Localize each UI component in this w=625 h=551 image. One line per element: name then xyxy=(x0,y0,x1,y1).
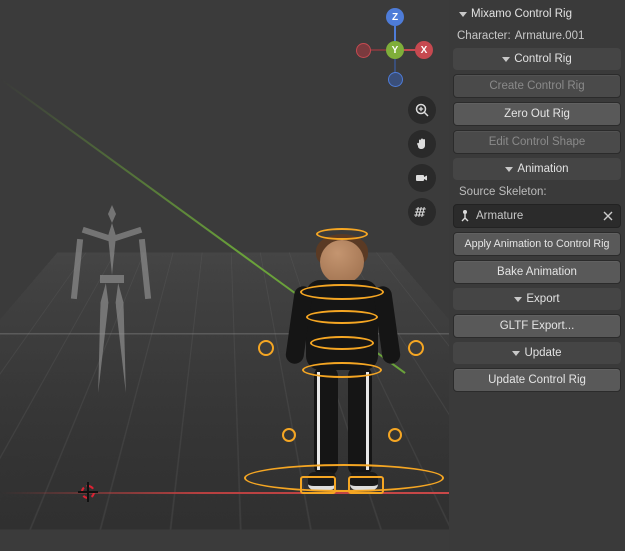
bone-arm-r xyxy=(139,239,151,299)
panel-title: Mixamo Control Rig xyxy=(471,8,572,20)
panel-header[interactable]: Mixamo Control Rig xyxy=(453,4,621,24)
bake-animation-button[interactable]: Bake Animation xyxy=(453,260,621,284)
bone-spine xyxy=(108,223,116,275)
ctrl-ring-hips[interactable] xyxy=(302,362,382,378)
pan-hand-icon xyxy=(414,136,430,152)
grid-ortho-icon xyxy=(414,204,430,220)
zoom-icon xyxy=(414,102,430,118)
ctrl-ring-chest[interactable] xyxy=(300,284,384,300)
chevron-down-icon xyxy=(505,167,513,172)
section-update[interactable]: Update xyxy=(453,342,621,364)
section-label: Update xyxy=(524,347,561,359)
section-export[interactable]: Export xyxy=(453,288,621,310)
character-label: Character: xyxy=(457,30,511,42)
ctrl-hand-r[interactable] xyxy=(408,340,424,356)
bone-hip xyxy=(100,275,124,283)
section-animation[interactable]: Animation xyxy=(453,158,621,180)
source-skeleton-value: Armature xyxy=(476,210,523,222)
pan-button[interactable] xyxy=(408,130,436,158)
source-skeleton-field[interactable]: Armature xyxy=(453,204,621,228)
zoom-button[interactable] xyxy=(408,96,436,124)
viewport-3d[interactable]: Z Y X xyxy=(0,0,449,551)
ctrl-root[interactable] xyxy=(244,464,444,492)
bone-leg-l xyxy=(94,283,110,393)
section-label: Control Rig xyxy=(514,53,572,65)
gizmo-line-neg-x xyxy=(371,49,387,51)
clear-source-button[interactable] xyxy=(600,208,616,224)
gizmo-axis-neg-z[interactable] xyxy=(388,72,403,87)
mixamo-panel: Mixamo Control Rig Character: Armature.0… xyxy=(449,0,625,551)
gizmo-axis-x[interactable]: X xyxy=(415,41,433,59)
zero-out-rig-button[interactable]: Zero Out Rig xyxy=(453,102,621,126)
create-control-rig-button[interactable]: Create Control Rig xyxy=(453,74,621,98)
chevron-down-icon xyxy=(514,297,522,302)
gizmo-axis-neg-x[interactable] xyxy=(356,43,371,58)
character-head xyxy=(320,240,364,284)
bone-clavicle-l xyxy=(82,227,110,241)
pant-stripe-l xyxy=(317,372,320,470)
gizmo-axis-y[interactable]: Y xyxy=(386,41,404,59)
cursor-3d xyxy=(78,482,98,502)
ctrl-ring-spine1[interactable] xyxy=(306,310,378,324)
bone-head xyxy=(108,205,116,223)
gltf-export-button[interactable]: GLTF Export... xyxy=(453,314,621,338)
close-icon xyxy=(603,211,613,221)
source-skeleton-object[interactable] xyxy=(72,205,152,505)
gizmo-line-neg-z xyxy=(394,58,396,73)
camera-icon xyxy=(414,170,430,186)
source-skeleton-label: Source Skeleton: xyxy=(453,184,621,200)
update-control-rig-button[interactable]: Update Control Rig xyxy=(453,368,621,392)
edit-control-shape-button[interactable]: Edit Control Shape xyxy=(453,130,621,154)
character-object[interactable] xyxy=(288,240,398,508)
ctrl-knee-r[interactable] xyxy=(388,428,402,442)
ctrl-ring-spine2[interactable] xyxy=(310,336,374,350)
character-value: Armature.001 xyxy=(515,30,585,42)
ctrl-knee-l[interactable] xyxy=(282,428,296,442)
section-control-rig[interactable]: Control Rig xyxy=(453,48,621,70)
ctrl-hand-l[interactable] xyxy=(258,340,274,356)
section-label: Animation xyxy=(517,163,568,175)
navigation-gizmo[interactable]: Z Y X xyxy=(353,8,437,92)
section-label: Export xyxy=(526,293,559,305)
chevron-down-icon xyxy=(459,12,467,17)
chevron-down-icon xyxy=(512,351,520,356)
gizmo-line-z xyxy=(394,26,396,42)
pant-stripe-r xyxy=(366,372,369,470)
ortho-toggle-button[interactable] xyxy=(408,198,436,226)
viewport-tool-column xyxy=(408,96,436,226)
armature-icon xyxy=(458,209,472,223)
chevron-down-icon xyxy=(502,57,510,62)
apply-animation-button[interactable]: Apply Animation to Control Rig xyxy=(453,232,621,256)
bone-arm-l xyxy=(71,239,83,299)
ctrl-ring-head[interactable] xyxy=(316,228,368,240)
gizmo-axis-z[interactable]: Z xyxy=(386,8,404,26)
camera-view-button[interactable] xyxy=(408,164,436,192)
bone-leg-r xyxy=(114,283,130,393)
character-row: Character: Armature.001 xyxy=(453,28,621,44)
